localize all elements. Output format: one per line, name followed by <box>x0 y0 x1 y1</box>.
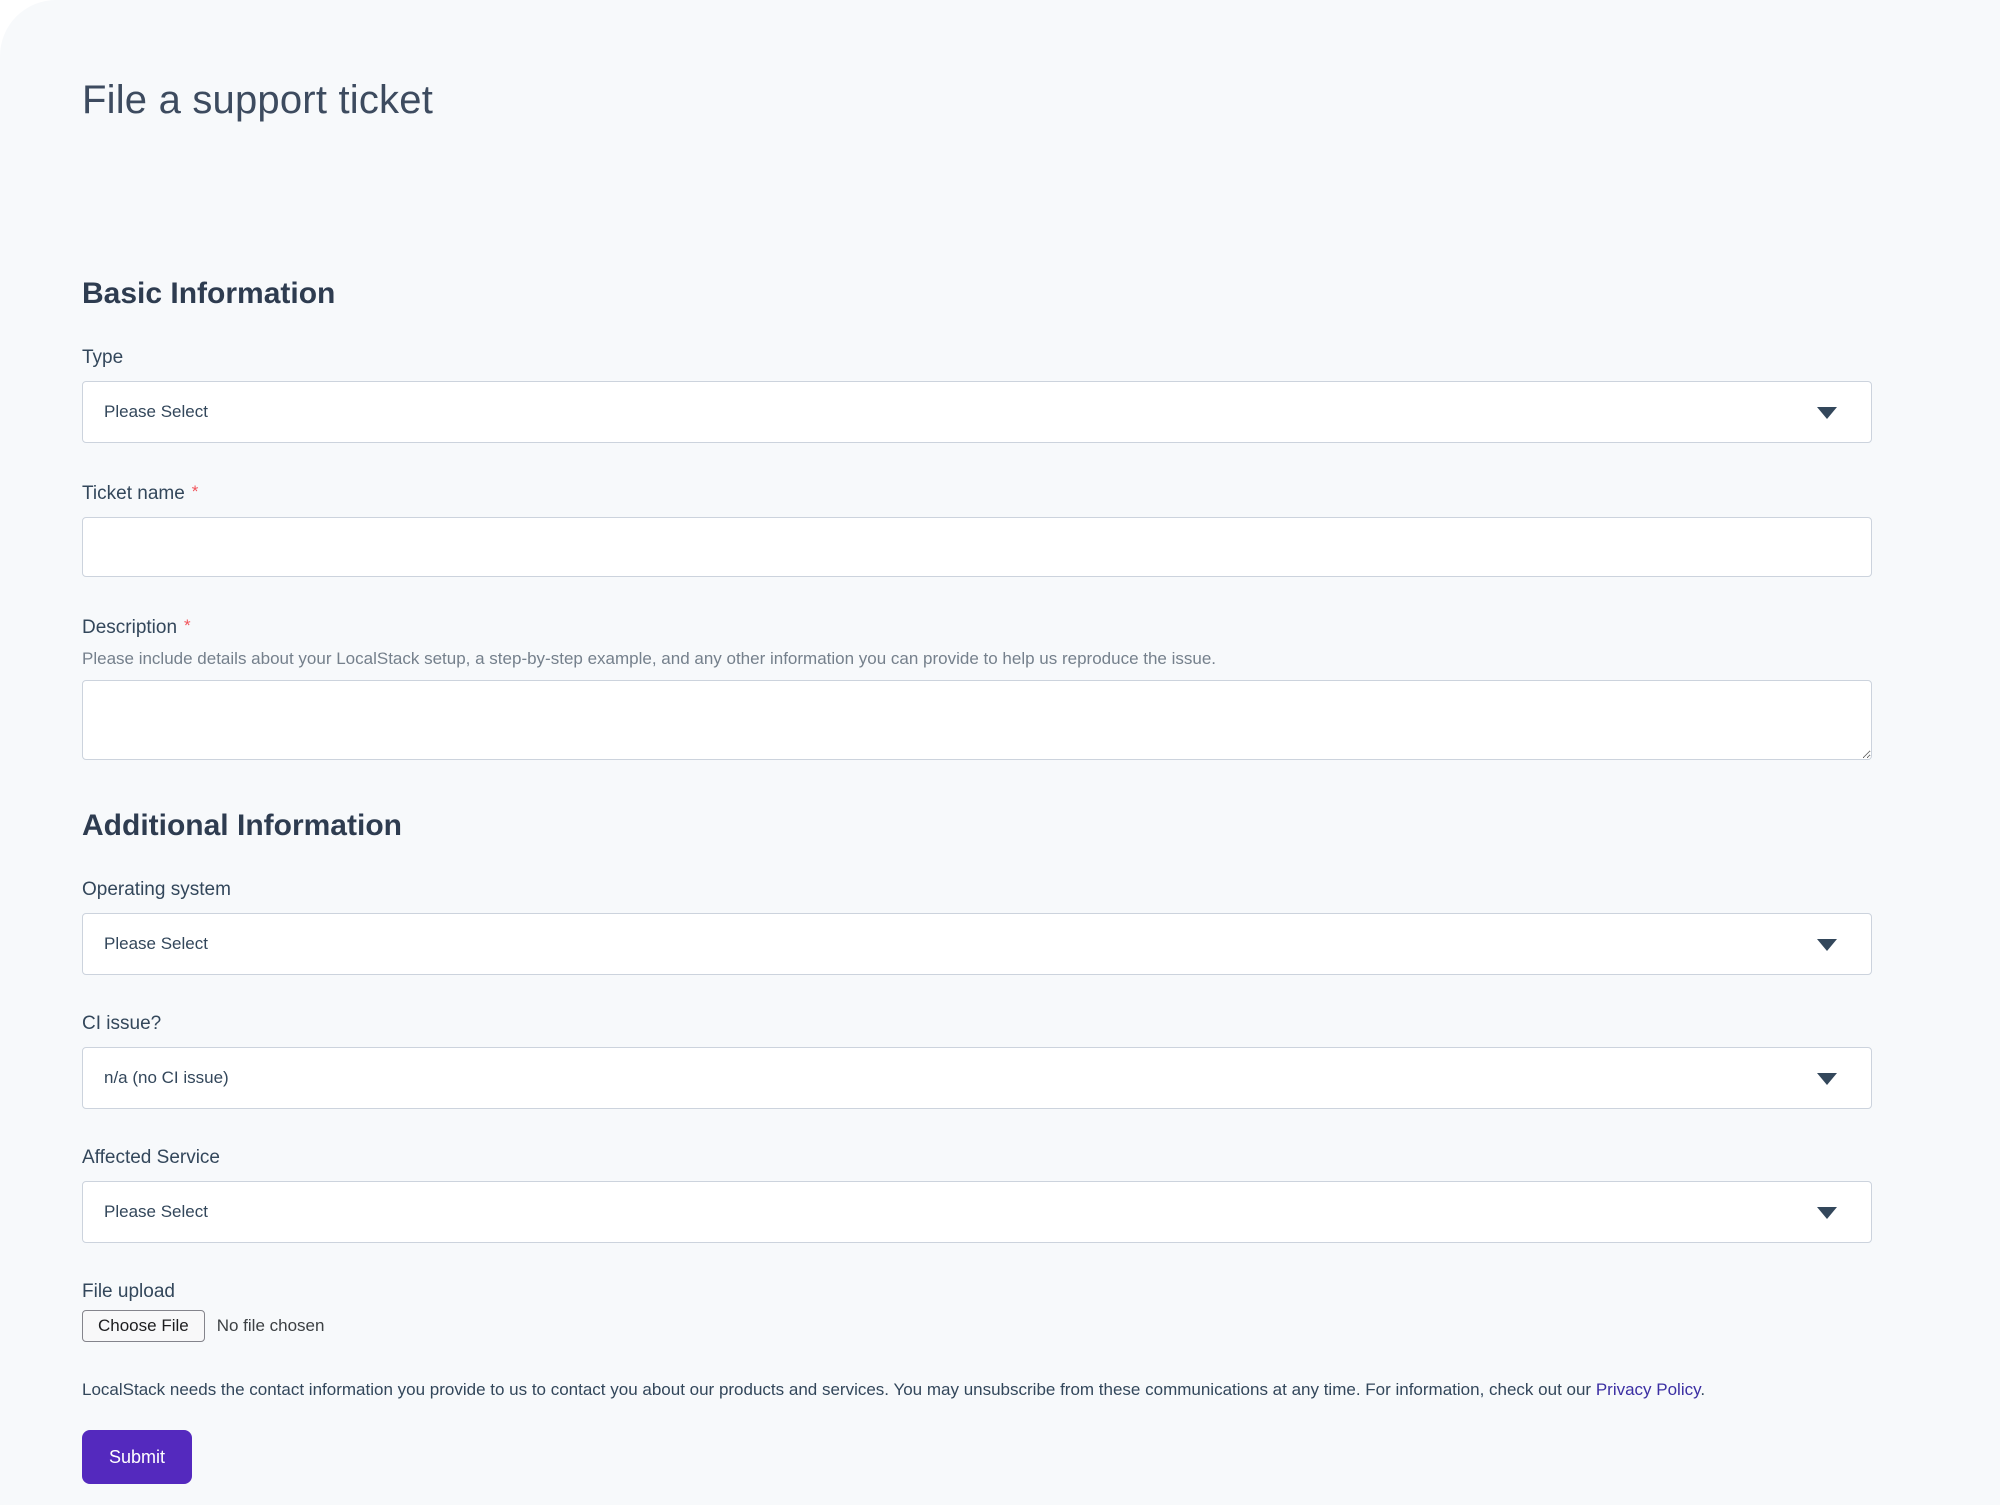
privacy-text-before: LocalStack needs the contact information… <box>82 1380 1596 1399</box>
page-background: File a support ticket Basic Information … <box>0 0 2000 1505</box>
privacy-policy-link[interactable]: Privacy Policy <box>1596 1380 1701 1399</box>
page-title: File a support ticket <box>82 78 1872 122</box>
operating-system-label: Operating system <box>82 877 1872 902</box>
chevron-down-icon <box>1817 1073 1837 1085</box>
privacy-text-after: . <box>1700 1380 1705 1399</box>
ci-issue-select-value: n/a (no CI issue) <box>104 1068 229 1088</box>
file-upload-label: File upload <box>82 1279 1872 1304</box>
type-select[interactable]: Please Select <box>82 381 1872 443</box>
affected-service-select[interactable]: Please Select <box>82 1181 1872 1243</box>
operating-system-select[interactable]: Please Select <box>82 913 1872 975</box>
file-upload-row: Choose File No file chosen <box>82 1310 1872 1342</box>
chevron-down-icon <box>1817 939 1837 951</box>
privacy-notice: LocalStack needs the contact information… <box>82 1378 1872 1402</box>
affected-service-field-group: Affected Service Please Select <box>82 1145 1872 1243</box>
required-asterisk: * <box>192 482 199 501</box>
description-textarea[interactable] <box>82 680 1872 760</box>
ticket-name-label: Ticket name * <box>82 479 1872 506</box>
chevron-down-icon <box>1817 407 1837 419</box>
file-upload-field-group: File upload Choose File No file chosen <box>82 1279 1872 1342</box>
description-label-text: Description <box>82 617 177 638</box>
description-label: Description * <box>82 613 1872 640</box>
required-asterisk: * <box>184 616 191 635</box>
ticket-name-label-text: Ticket name <box>82 483 185 504</box>
type-label: Type <box>82 345 1872 370</box>
support-ticket-form: File a support ticket Basic Information … <box>0 0 2000 1484</box>
choose-file-button[interactable]: Choose File <box>82 1310 205 1342</box>
chevron-down-icon <box>1817 1207 1837 1219</box>
description-field-group: Description * Please include details abou… <box>82 613 1872 760</box>
operating-system-field-group: Operating system Please Select <box>82 877 1872 975</box>
type-select-value: Please Select <box>104 402 208 422</box>
file-upload-status: No file chosen <box>217 1316 325 1336</box>
affected-service-select-value: Please Select <box>104 1202 208 1222</box>
operating-system-select-value: Please Select <box>104 934 208 954</box>
ci-issue-label: CI issue? <box>82 1011 1872 1036</box>
ticket-name-input[interactable] <box>82 517 1872 577</box>
type-field-group: Type Please Select <box>82 345 1872 443</box>
description-helper-text: Please include details about your LocalS… <box>82 647 1872 671</box>
submit-button[interactable]: Submit <box>82 1430 192 1484</box>
affected-service-label: Affected Service <box>82 1145 1872 1170</box>
ci-issue-field-group: CI issue? n/a (no CI issue) <box>82 1011 1872 1109</box>
section-heading-basic-information: Basic Information <box>82 275 1872 312</box>
section-heading-additional-information: Additional Information <box>82 807 1872 844</box>
ticket-name-field-group: Ticket name * <box>82 479 1872 577</box>
ci-issue-select[interactable]: n/a (no CI issue) <box>82 1047 1872 1109</box>
